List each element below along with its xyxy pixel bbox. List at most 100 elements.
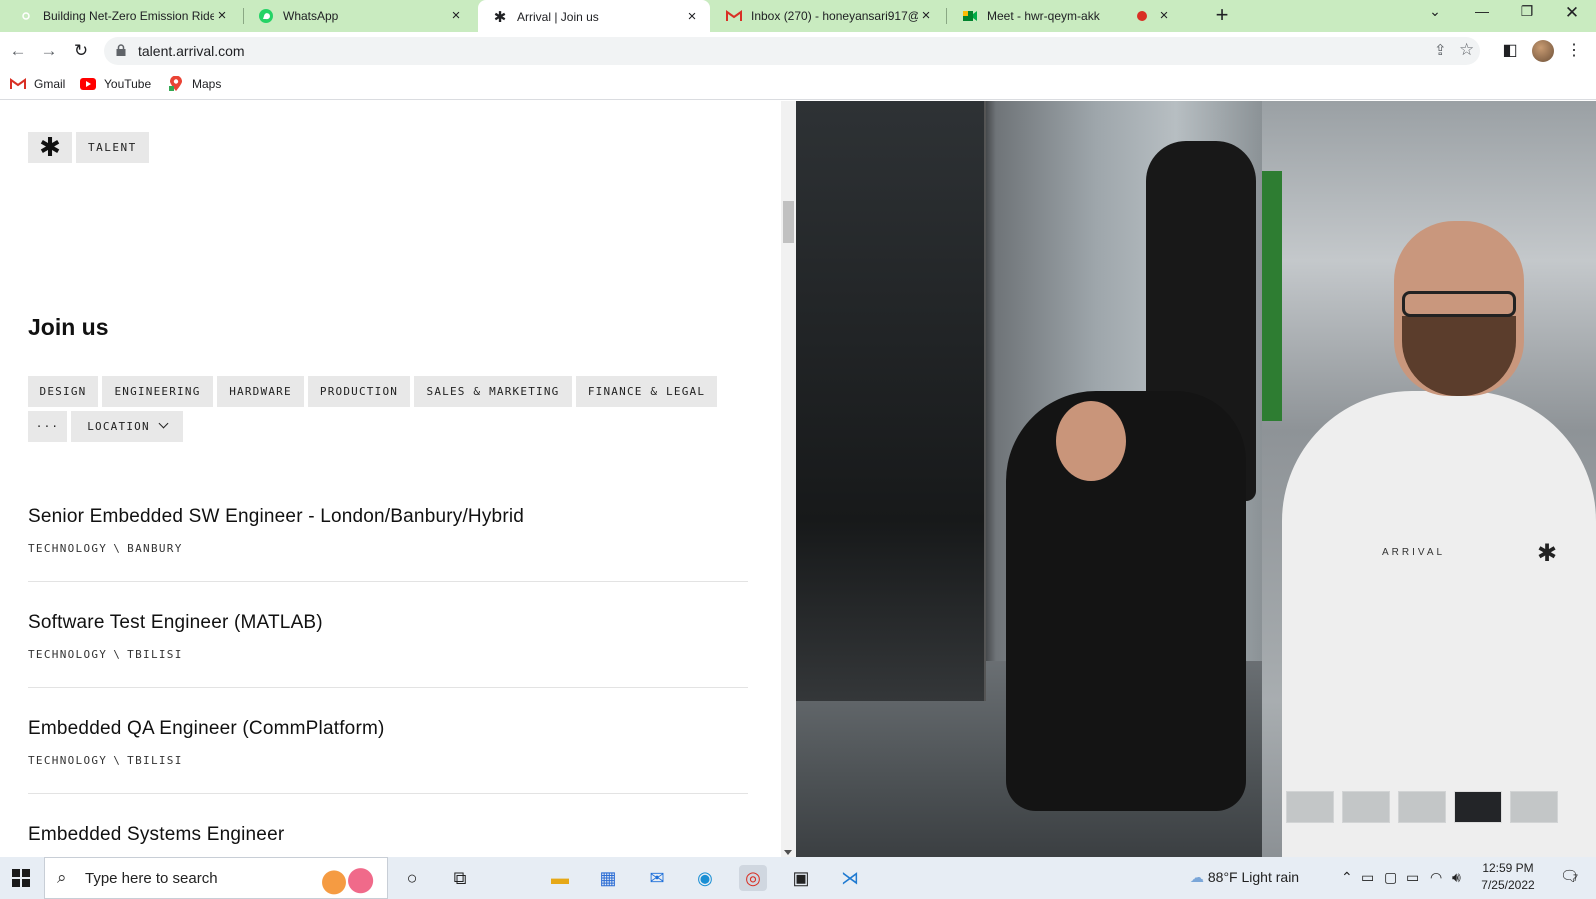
close-window-button[interactable]: ✕ [1560,3,1584,27]
bookmark-maps[interactable]: Maps [168,76,221,92]
job-listing[interactable]: Software Test Engineer (MATLAB) TECHNOLO… [28,612,748,661]
scrollbar-thumb[interactable] [783,201,794,243]
job-meta-separator: \ [113,542,122,555]
divider [28,687,748,688]
page-scrollbar[interactable] [781,101,796,857]
display-icon[interactable]: ▢ [1384,869,1397,886]
job-title[interactable]: Embedded QA Engineer (CommPlatform) [28,718,748,740]
page-content: ✱ TALENT Join us DESIGN ENGINEERING HARD… [0,101,1596,857]
chrome-icon[interactable]: ◎ [739,865,767,891]
close-tab-icon[interactable]: × [918,8,934,24]
job-title[interactable]: Software Test Engineer (MATLAB) [28,612,748,634]
job-listing[interactable]: Embedded Systems Engineer [28,824,748,846]
edge-icon[interactable]: ◉ [691,865,719,891]
job-location: TBILISI [127,648,183,661]
bookmark-youtube[interactable]: YouTube [80,76,151,92]
new-tab-button[interactable]: + [1211,4,1233,27]
job-meta-separator: \ [113,754,122,767]
tab-search-icon[interactable]: ⌄ [1423,3,1447,27]
tab-separator [946,8,947,24]
browser-toolbar: ← → ↻ talent.arrival.com ⇪ ☆ ◧ ⋮ [0,34,1596,68]
filter-finance-legal[interactable]: FINANCE & LEGAL [576,376,717,407]
url-text: talent.arrival.com [138,43,245,59]
bookmarks-bar: Gmail YouTube Maps [0,68,1596,100]
location-label: LOCATION [87,420,150,433]
windows-start-button[interactable] [12,869,30,887]
volume-icon[interactable]: 🔊︎ [1452,869,1461,886]
filter-engineering[interactable]: ENGINEERING [102,376,213,407]
bookmark-star-icon[interactable]: ☆ [1459,40,1474,60]
arrival-logo[interactable]: ✱ [28,132,72,163]
tab-arrival-join-us[interactable]: ✱ Arrival | Join us × [478,0,710,34]
share-icon[interactable]: ⇪ [1434,41,1447,59]
microsoft-store-icon[interactable]: ▦ [594,865,622,891]
job-department: TECHNOLOGY [28,754,108,767]
lock-icon [116,44,126,56]
photo-vehicle [796,101,986,701]
clock-date: 7/25/2022 [1481,878,1535,892]
filter-production[interactable]: PRODUCTION [308,376,410,407]
vscode-icon[interactable]: ⋊ [836,865,864,891]
filter-design[interactable]: DESIGN [28,376,98,407]
side-panel-icon[interactable]: ◧ [1499,40,1521,62]
restore-button[interactable]: ❐ [1515,3,1539,27]
forward-button[interactable]: → [37,39,61,63]
hero-photo: ARRIVAL ✱ [796,101,1596,857]
taskbar-search-box[interactable]: ⌕ Type here to search [44,857,388,899]
tab-inbox[interactable]: Inbox (270) - honeyansari917@g × [712,0,944,32]
tab-meet[interactable]: Meet - hwr-qeym-akk × [948,0,1182,32]
clock-time: 12:59 PM [1482,861,1534,875]
job-title[interactable]: Senior Embedded SW Engineer - London/Ban… [28,506,748,528]
filter-hardware[interactable]: HARDWARE [217,376,304,407]
system-clock[interactable]: 12:59 PM 7/25/2022 [1466,860,1550,894]
close-tab-icon[interactable]: × [1156,8,1172,24]
job-title[interactable]: Embedded Systems Engineer [28,824,748,846]
address-bar[interactable]: talent.arrival.com ⇪ ☆ [104,37,1480,65]
tab-title: WhatsApp [283,9,339,23]
reload-button[interactable]: ↻ [69,39,93,63]
show-hidden-icons[interactable]: ⌃ [1341,869,1353,886]
close-tab-icon[interactable]: × [684,9,700,25]
tab-building-net-zero[interactable]: Building Net-Zero Emission Ride × [4,0,240,32]
mail-icon[interactable]: ✉ [643,865,671,891]
close-tab-icon[interactable]: × [448,8,464,24]
more-filters-button[interactable]: ··· [28,411,67,442]
file-explorer-icon[interactable]: ▬ [546,865,574,891]
job-listing[interactable]: Embedded QA Engineer (CommPlatform) TECH… [28,718,748,767]
gallery-thumbnail[interactable] [1342,791,1390,823]
close-tab-icon[interactable]: × [214,8,230,24]
talent-label[interactable]: TALENT [76,132,149,163]
tab-strip: Building Net-Zero Emission Ride × WhatsA… [0,0,1596,34]
location-dropdown[interactable]: LOCATION [71,411,183,442]
job-department: TECHNOLOGY [28,648,108,661]
tab-title: Meet - hwr-qeym-akk [987,9,1100,23]
notifications-button[interactable]: 🗨︎7 [1560,867,1579,885]
search-icon: ⌕ [57,868,67,887]
windows-taskbar: ⌕ Type here to search ○ ⧉ ▬ ▦ ✉ ◉ ◎ ▣ ⋊ … [0,857,1596,899]
weather-text: 88°F Light rain [1207,869,1300,885]
battery-icon[interactable]: ▭ [1406,869,1419,886]
cortana-icon[interactable]: ○ [398,865,426,891]
gallery-thumbnail[interactable] [1510,791,1558,823]
job-listing[interactable]: Senior Embedded SW Engineer - London/Ban… [28,506,748,555]
terminal-icon[interactable]: ▣ [787,865,815,891]
job-location: BANBURY [127,542,183,555]
divider [28,793,748,794]
minimize-button[interactable]: — [1470,3,1494,27]
photo-kneeling-person-head [1056,401,1126,481]
divider [28,581,748,582]
scroll-down-arrow-icon[interactable] [784,850,792,855]
filter-sales-marketing[interactable]: SALES & MARKETING [414,376,572,407]
gallery-thumbnail[interactable] [1286,791,1334,823]
back-button[interactable]: ← [6,39,30,63]
profile-avatar[interactable] [1532,40,1554,62]
task-view-icon[interactable]: ⧉ [446,865,474,891]
meet-now-icon[interactable]: ▭ [1361,869,1374,886]
wifi-icon[interactable]: ◠ [1430,869,1442,886]
bookmark-gmail[interactable]: Gmail [10,76,65,92]
weather-widget[interactable]: ☁ 88°F Light rain [1190,869,1299,886]
gallery-thumbnail-active[interactable] [1454,791,1502,823]
tab-whatsapp[interactable]: WhatsApp × [244,0,474,32]
menu-icon[interactable]: ⋮ [1563,40,1585,62]
gallery-thumbnail[interactable] [1398,791,1446,823]
